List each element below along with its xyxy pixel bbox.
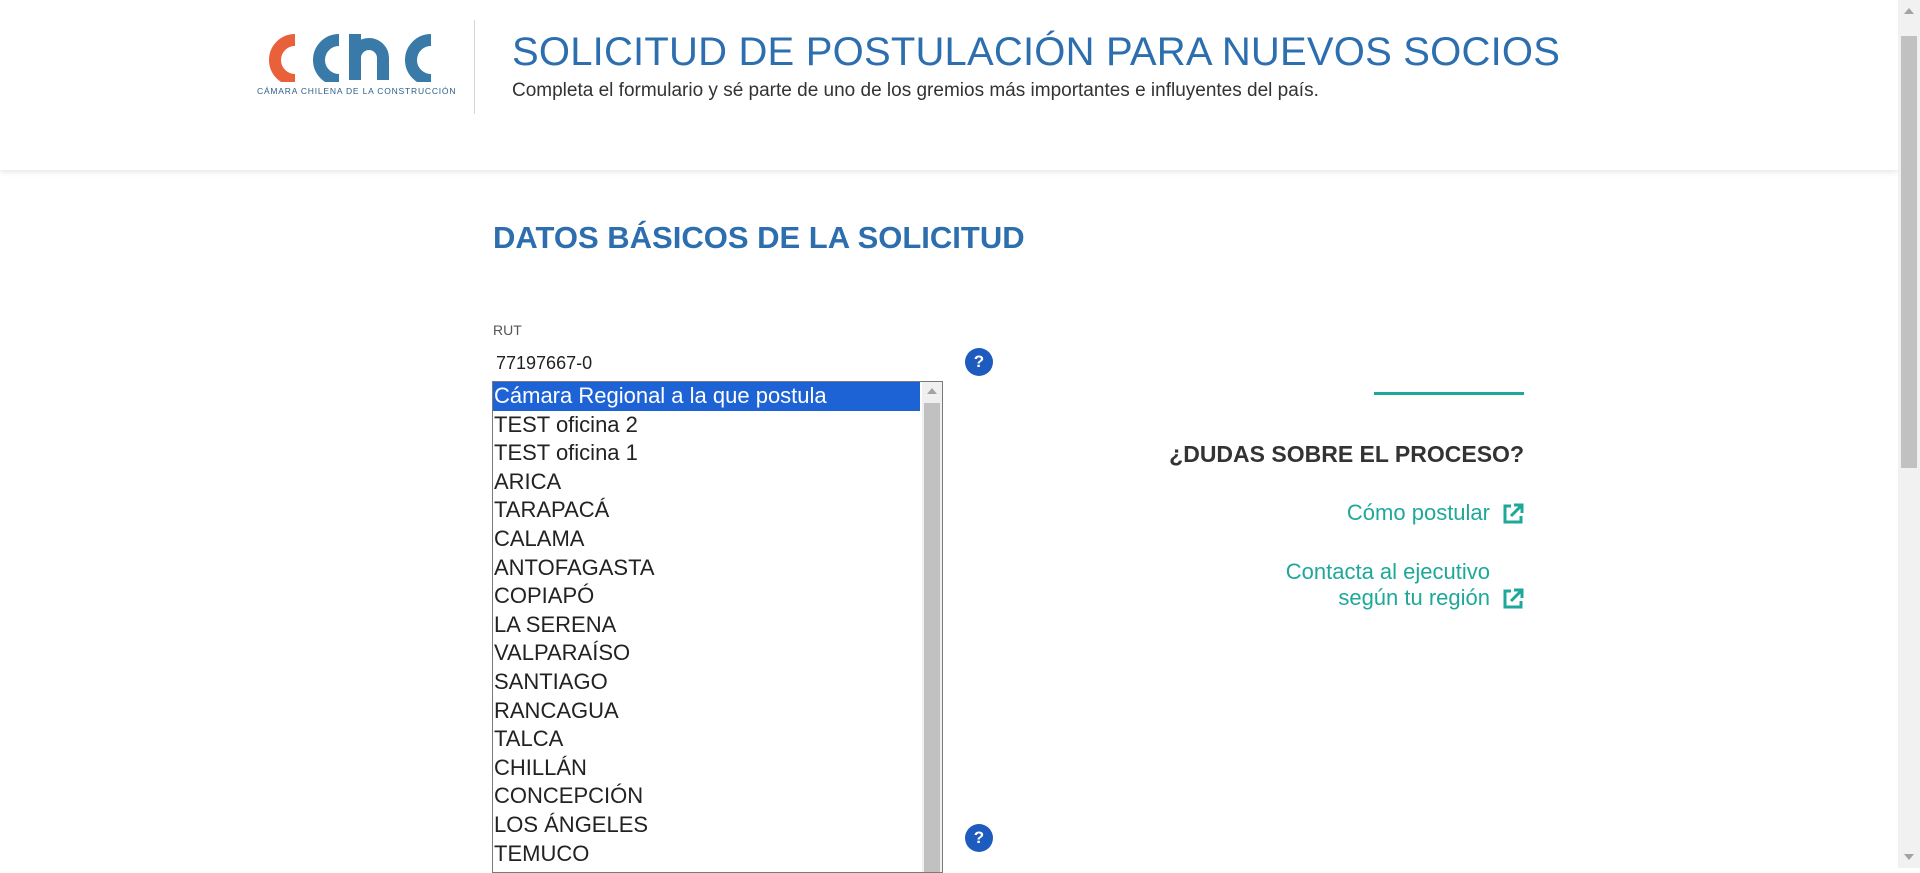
page-scrollbar[interactable] (1898, 0, 1920, 868)
section-title: DATOS BÁSICOS DE LA SOLICITUD (493, 220, 1025, 255)
select-option[interactable]: CONCEPCIÓN (493, 782, 920, 811)
select-scroll-thumb[interactable] (924, 403, 940, 872)
cchc-logo[interactable]: CÁMARA CHILENA DE LA CONSTRUCCIÓN (255, 34, 457, 104)
contacta-ejecutivo-link[interactable]: Contacta al ejecutivo según tu región (1286, 559, 1524, 611)
select-option[interactable]: RANCAGUA (493, 697, 920, 726)
link-label: Contacta al ejecutivo según tu región (1286, 559, 1490, 611)
select-options: Cámara Regional a la que postula TEST ofi… (493, 382, 920, 868)
aside-title: ¿DUDAS SOBRE EL PROCESO? (1169, 441, 1524, 467)
field-help-icon[interactable]: ? (965, 824, 993, 852)
logo-subtitle: CÁMARA CHILENA DE LA CONSTRUCCIÓN (257, 86, 457, 96)
select-option[interactable]: TEST oficina 1 (493, 439, 920, 468)
select-option[interactable]: LOS ÁNGELES (493, 811, 920, 840)
select-option[interactable]: Cámara Regional a la que postula (493, 382, 920, 411)
rut-input[interactable] (493, 350, 939, 376)
select-option[interactable]: CHILLÁN (493, 754, 920, 783)
page-subtitle: Completa el formulario y sé parte de uno… (512, 80, 1319, 101)
select-option[interactable]: CALAMA (493, 525, 920, 554)
select-option[interactable]: SANTIAGO (493, 668, 920, 697)
external-link-icon (1503, 503, 1524, 524)
select-scrollbar[interactable] (922, 382, 942, 872)
link-label: Cómo postular (1346, 500, 1490, 525)
scroll-up-arrow-icon[interactable] (1904, 8, 1914, 14)
link-label-line2: según tu región (1338, 585, 1490, 610)
rut-help-icon[interactable]: ? (965, 348, 993, 376)
select-option[interactable]: VALPARAÍSO (493, 639, 920, 668)
select-option[interactable]: LA SERENA (493, 611, 920, 640)
page-scroll-thumb[interactable] (1901, 36, 1917, 468)
select-option[interactable]: ANTOFAGASTA (493, 554, 920, 583)
external-link-icon (1503, 588, 1524, 609)
cchc-logo-mark (269, 34, 432, 82)
scroll-down-arrow-icon[interactable] (1904, 854, 1914, 860)
camara-regional-select-list[interactable]: Cámara Regional a la que postula TEST ofi… (492, 381, 943, 873)
site-header: CÁMARA CHILENA DE LA CONSTRUCCIÓN SOLICI… (0, 0, 1898, 170)
link-label-line1: Contacta al ejecutivo (1285, 559, 1490, 584)
como-postular-link[interactable]: Cómo postular (1347, 500, 1524, 526)
header-divider (474, 20, 475, 114)
rut-label: RUT (493, 322, 522, 338)
scroll-up-arrow-icon[interactable] (927, 388, 937, 394)
select-option[interactable]: TEMUCO (493, 840, 920, 869)
select-option[interactable]: TALCA (493, 725, 920, 754)
aside-accent-line (1374, 392, 1524, 395)
page-title: SOLICITUD DE POSTULACIÓN PARA NUEVOS SOC… (512, 30, 1561, 74)
select-option[interactable]: ARICA (493, 468, 920, 497)
select-option[interactable]: TEST oficina 2 (493, 411, 920, 440)
select-option[interactable]: COPIAPÓ (493, 582, 920, 611)
select-option[interactable]: TARAPACÁ (493, 496, 920, 525)
